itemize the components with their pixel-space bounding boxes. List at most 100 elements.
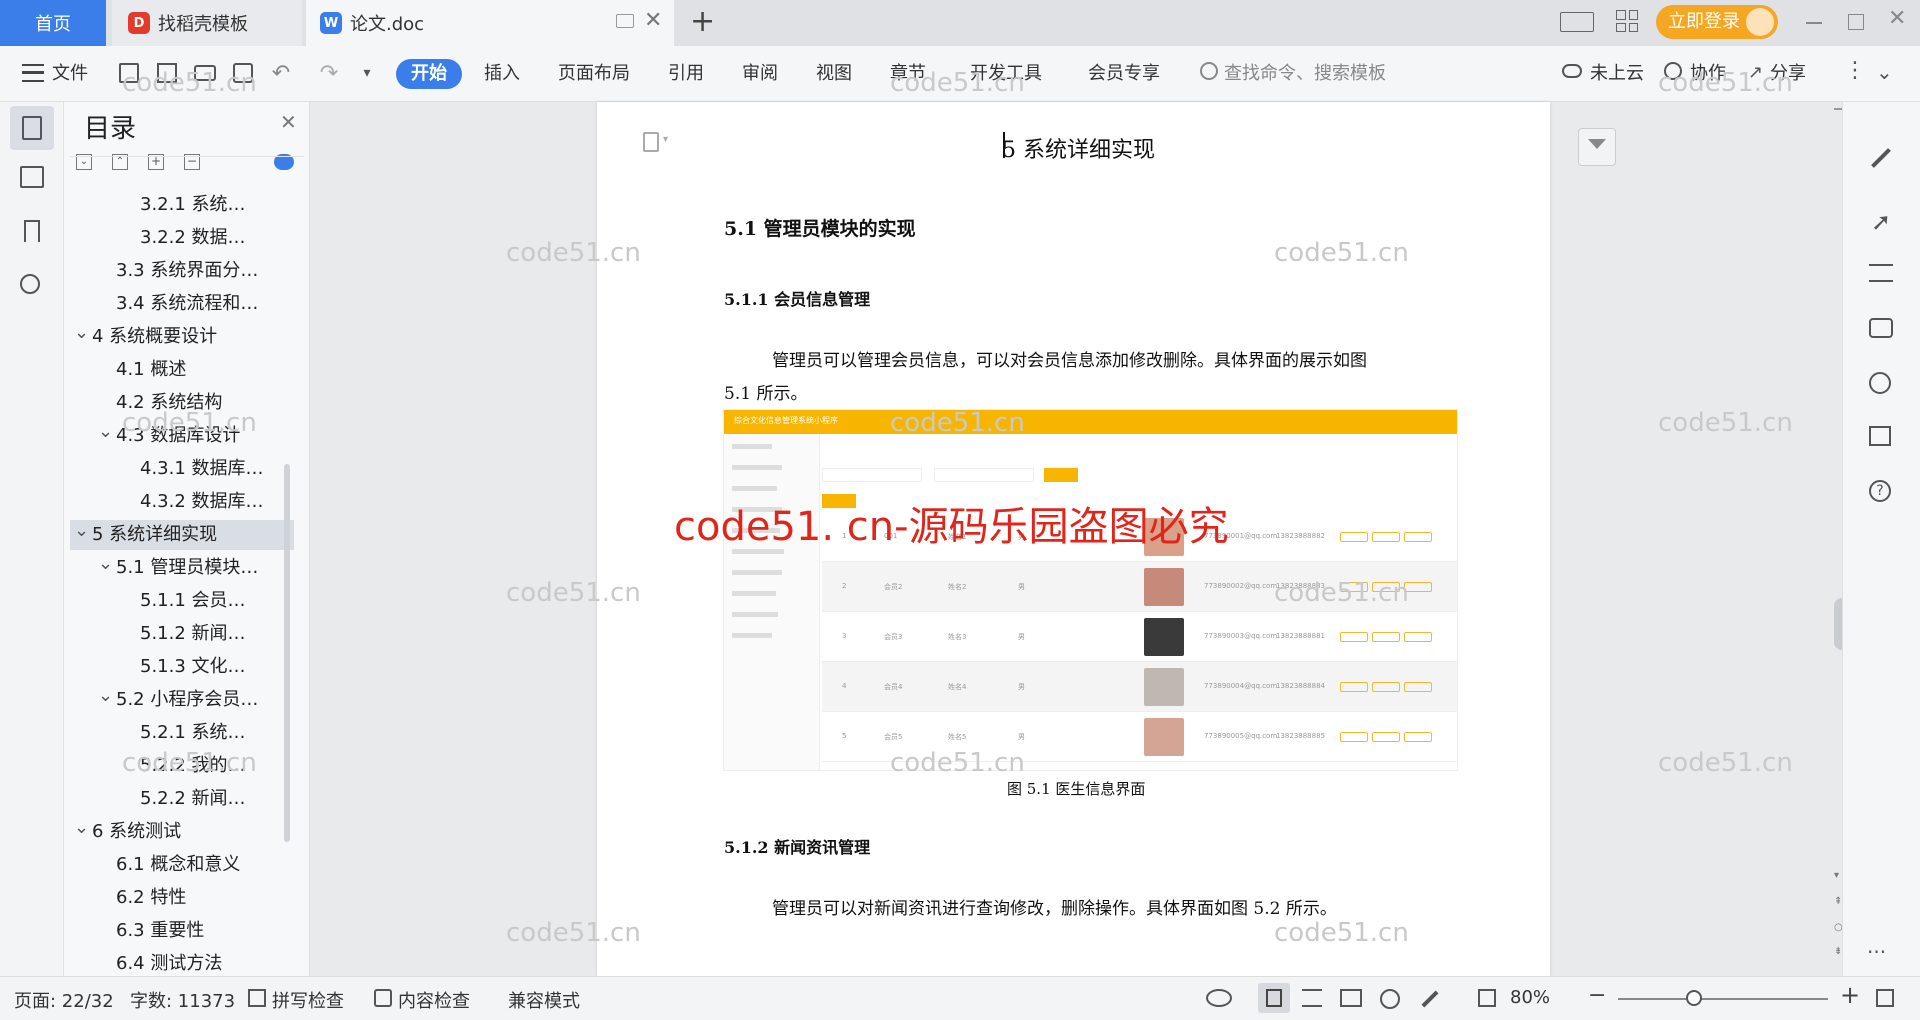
toc-item[interactable]: 4.1 概述 (70, 355, 294, 385)
word-count[interactable]: 字数: 11373 (130, 987, 235, 1013)
toc-item[interactable]: 6.4 测试方法 (70, 949, 294, 974)
zoom-slider-handle[interactable] (1686, 990, 1702, 1006)
toc-panel-button[interactable] (10, 106, 54, 150)
zoom-out-icon[interactable]: − (1588, 983, 1606, 1008)
write-mode-icon[interactable] (1421, 990, 1439, 1008)
chevron-down-icon[interactable]: ⌄ (98, 681, 113, 711)
page-view-button[interactable] (1258, 983, 1290, 1013)
toc-item[interactable]: ⌄ 5.1 管理员模块… (70, 553, 294, 583)
watermark: code51.cn (506, 918, 641, 948)
adjust-icon[interactable] (1869, 264, 1893, 282)
menu-review[interactable]: 审阅 (742, 60, 778, 88)
toc-item[interactable]: 3.4 系统流程和… (70, 289, 294, 319)
toc-item[interactable]: 3.2.1 系统… (70, 190, 294, 220)
toc-item[interactable]: 5.2.2 新闻… (70, 784, 294, 814)
chevron-down-icon[interactable]: ⌄ (98, 417, 113, 447)
toc-item[interactable]: ⌄ 6 系统测试 (70, 817, 294, 847)
toc-item[interactable]: 4.3.1 数据库… (70, 454, 294, 484)
toc-item[interactable]: ⌄ 5 系统详细实现 (70, 520, 294, 550)
content-check-button[interactable]: 内容检查 (398, 987, 470, 1013)
toc-item[interactable]: 3.3 系统界面分… (70, 256, 294, 286)
quick-access-dropdown-icon[interactable]: ▾ (354, 60, 380, 86)
menu-page-layout[interactable]: 页面布局 (558, 60, 630, 88)
menu-view[interactable]: 视图 (816, 60, 852, 88)
hamburger-icon[interactable] (22, 64, 44, 82)
smart-tool-icon[interactable] (1869, 372, 1891, 394)
fullscreen-icon[interactable] (1876, 989, 1894, 1007)
outline-view-icon[interactable] (1302, 989, 1322, 1007)
command-search-input[interactable]: 查找命令、搜索模板 (1224, 60, 1386, 88)
more-horizontal-icon[interactable]: ··· (1867, 940, 1886, 964)
menu-references[interactable]: 引用 (668, 60, 704, 88)
toc-item[interactable]: 3.2.2 数据… (70, 223, 294, 253)
content-check-icon (374, 989, 392, 1007)
file-menu[interactable]: 文件 (52, 60, 88, 88)
figure-avatar (1144, 568, 1184, 606)
toc-item[interactable]: ⌄ 5.2 小程序会员… (70, 685, 294, 715)
close-pane-icon[interactable]: ✕ (280, 110, 297, 134)
outline-icon[interactable] (20, 166, 44, 188)
apps-grid-icon[interactable] (1616, 10, 1638, 32)
menu-insert[interactable]: 插入 (484, 60, 520, 88)
close-tab-icon[interactable]: ✕ (644, 8, 662, 33)
cloud-status[interactable]: 未上云 (1590, 60, 1644, 88)
toc-scrollbar[interactable] (284, 464, 290, 842)
zoom-slider[interactable] (1618, 998, 1828, 1000)
book-icon[interactable] (1869, 426, 1891, 446)
toc-item[interactable]: 6.3 重要性 (70, 916, 294, 946)
fit-page-icon[interactable] (1478, 989, 1496, 1007)
help-icon[interactable]: ? (1869, 480, 1891, 502)
chevron-down-icon[interactable]: ⌄ (74, 318, 89, 348)
bookmark-icon[interactable] (24, 220, 40, 242)
redo-icon[interactable]: ↷ (316, 60, 342, 86)
pen-icon[interactable] (1871, 148, 1891, 168)
scroll-down-icon[interactable]: ▾ (1834, 870, 1839, 881)
find-icon[interactable] (20, 274, 40, 294)
new-tab-button[interactable]: + (690, 4, 715, 39)
chevron-down-icon[interactable]: ⌄ (98, 549, 113, 579)
web-view-icon[interactable] (1380, 989, 1400, 1009)
minimize-icon[interactable] (1806, 22, 1822, 24)
figure-cell-phone: 13823888885 (1276, 732, 1325, 740)
collapse-ribbon-icon[interactable]: ⌄ (1876, 60, 1893, 84)
toc-item[interactable]: 6.2 特性 (70, 883, 294, 913)
toc-item[interactable]: 6.1 概念和意义 (70, 850, 294, 880)
spellcheck-button[interactable]: 拼写检查 (272, 987, 344, 1013)
figure-action-button (1340, 682, 1368, 692)
zoom-in-icon[interactable]: + (1840, 981, 1860, 1009)
page-doc-dropdown-icon[interactable]: ▾ (663, 134, 668, 145)
figure-action-button (1340, 532, 1368, 542)
scroll-top-icon[interactable] (1834, 108, 1842, 116)
restore-icon[interactable] (1848, 14, 1864, 30)
close-window-icon[interactable]: ✕ (1888, 6, 1906, 31)
tab-home[interactable]: 首页 (0, 0, 106, 46)
zoom-level[interactable]: 80% (1510, 987, 1550, 1008)
more-vertical-icon[interactable]: ⋮ (1844, 58, 1866, 83)
monitor-icon[interactable] (616, 14, 634, 28)
page-indicator[interactable]: 页面: 22/32 (14, 987, 114, 1013)
toc-item[interactable]: 5.1.3 文化… (70, 652, 294, 682)
toc-item[interactable]: ⌄ 4 系统概要设计 (70, 322, 294, 352)
paragraph-2: 管理员可以对新闻资讯进行查询修改，删除操作。具体界面如图 5.2 所示。 (772, 899, 1337, 919)
chevron-down-icon[interactable]: ⌄ (74, 813, 89, 843)
toc-item[interactable]: 5.2.1 系统… (70, 718, 294, 748)
undo-icon[interactable]: ↶ (268, 60, 294, 86)
toc-item[interactable]: 5.1.2 新闻… (70, 619, 294, 649)
select-pointer-icon[interactable]: ➚ (1871, 208, 1891, 236)
tab-template[interactable]: D 找稻壳模板 (112, 0, 302, 46)
login-button[interactable]: 立即登录 (1656, 5, 1778, 39)
eye-protection-icon[interactable] (1206, 989, 1232, 1007)
page-doc-icon[interactable] (643, 132, 659, 152)
tab-document[interactable]: W 论文.doc ✕ (306, 0, 674, 46)
image-tool-icon[interactable] (1869, 318, 1893, 338)
toc-item[interactable]: 5.1.1 会员… (70, 586, 294, 616)
toc-item[interactable]: 4.3.2 数据库… (70, 487, 294, 517)
menu-member[interactable]: 会员专享 (1088, 60, 1160, 88)
figure-action-button (1404, 682, 1432, 692)
read-view-icon[interactable] (1340, 989, 1362, 1007)
filter-toggle-button[interactable] (1578, 128, 1616, 166)
menu-home-tab[interactable]: 开始 (396, 59, 462, 89)
layout-icon[interactable] (1560, 12, 1594, 32)
toc-item-label: 5.1.1 会员… (140, 590, 246, 611)
chevron-down-icon[interactable]: ⌄ (74, 516, 89, 546)
